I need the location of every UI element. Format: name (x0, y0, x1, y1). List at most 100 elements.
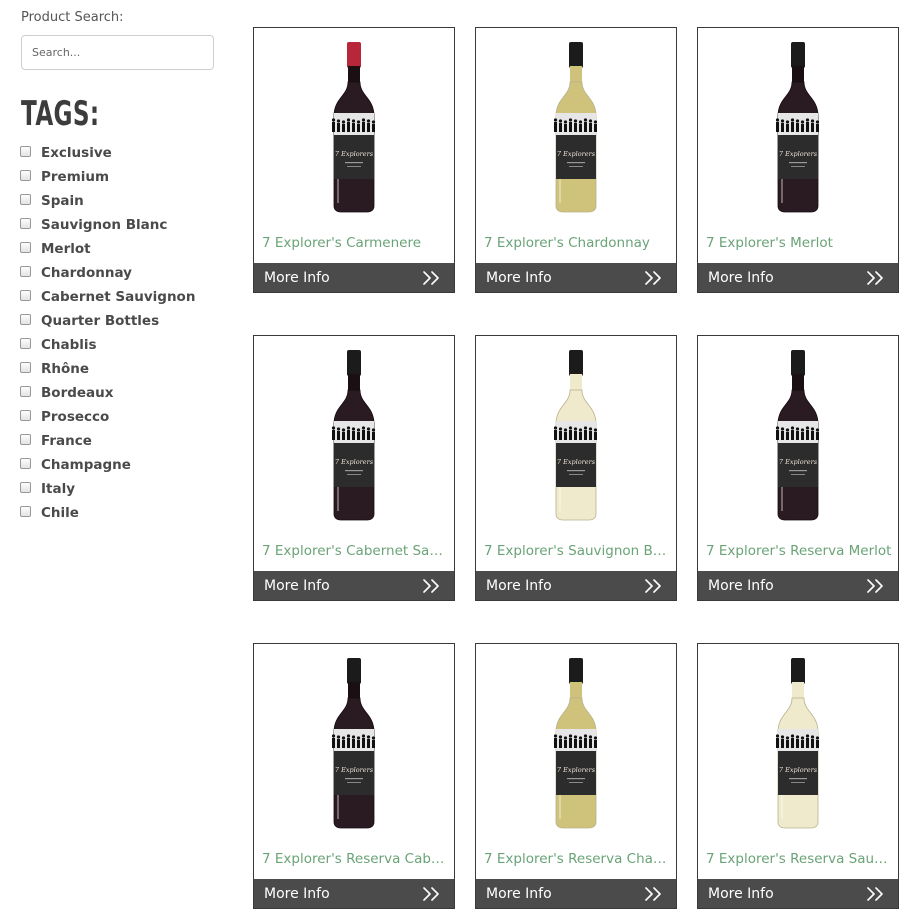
product-title[interactable]: 7 Explorer's Reserva Sauvignon Blanc (706, 851, 892, 867)
double-chevron-right-icon (867, 578, 883, 593)
tag-item[interactable]: Merlot (18, 237, 195, 261)
tag-checkbox[interactable] (20, 385, 31, 397)
product-card[interactable]: 7 Explorers 7 Explorer's Sauvignon Blanc… (475, 335, 677, 601)
tag-item[interactable]: Exclusive (18, 141, 195, 165)
product-card[interactable]: 7 Explorers 7 Explorer's Reserva Sauvign… (697, 643, 899, 909)
tag-checkbox[interactable] (20, 193, 31, 205)
more-info-button[interactable]: More Info (698, 879, 898, 908)
tag-item[interactable]: Quarter Bottles (18, 309, 195, 333)
product-image[interactable]: 7 Explorers (698, 336, 898, 536)
tag-checkbox[interactable] (20, 313, 31, 325)
wine-bottle-icon: 7 Explorers (331, 42, 376, 213)
more-info-label: More Info (486, 269, 552, 286)
more-info-button[interactable]: More Info (698, 263, 898, 292)
tag-item[interactable]: Italy (18, 477, 195, 501)
product-title[interactable]: 7 Explorer's Cabernet Sauvignon (262, 543, 448, 559)
tag-item[interactable]: Champagne (18, 453, 195, 477)
more-info-button[interactable]: More Info (254, 263, 454, 292)
tag-checkbox[interactable] (20, 265, 31, 277)
product-image[interactable]: 7 Explorers (698, 644, 898, 844)
tag-checkbox[interactable] (20, 457, 31, 469)
more-info-label: More Info (264, 885, 330, 902)
product-image[interactable]: 7 Explorers (254, 28, 454, 228)
tag-checkbox[interactable] (20, 289, 31, 301)
product-image[interactable]: 7 Explorers (476, 28, 676, 228)
more-info-label: More Info (264, 269, 330, 286)
product-card[interactable]: 7 Explorers 7 Explorer's Reserva Caberne… (253, 643, 455, 909)
more-info-button[interactable]: More Info (476, 571, 676, 600)
product-title[interactable]: 7 Explorer's Sauvignon Blanc (484, 543, 670, 559)
product-title[interactable]: 7 Explorer's Carmenere (262, 235, 448, 251)
product-image[interactable]: 7 Explorers (698, 28, 898, 228)
tag-label: Bordeaux (41, 385, 114, 401)
svg-text:7 Explorers: 7 Explorers (557, 150, 596, 158)
double-chevron-right-icon (645, 578, 661, 593)
tag-item[interactable]: Chile (18, 501, 195, 525)
tag-item[interactable]: Cabernet Sauvignon (18, 285, 195, 309)
tag-label: Chablis (41, 337, 97, 353)
product-card[interactable]: 7 Explorers 7 Explorer's Merlot More Info (697, 27, 899, 293)
product-card[interactable]: 7 Explorers 7 Explorer's Carmenere More I… (253, 27, 455, 293)
double-chevron-right-icon (423, 886, 439, 901)
product-title[interactable]: 7 Explorer's Reserva Chardonnay (484, 851, 670, 867)
wine-bottle-icon: 7 Explorers (331, 350, 376, 521)
tag-item[interactable]: Bordeaux (18, 381, 195, 405)
more-info-label: More Info (486, 577, 552, 594)
tag-item[interactable]: Prosecco (18, 405, 195, 429)
tag-label: Italy (41, 481, 76, 497)
more-info-label: More Info (708, 577, 774, 594)
product-card[interactable]: 7 Explorers 7 Explorer's Reserva Chardon… (475, 643, 677, 909)
product-card[interactable]: 7 Explorers 7 Explorer's Cabernet Sauvig… (253, 335, 455, 601)
wine-bottle-icon: 7 Explorers (775, 658, 820, 829)
tag-item[interactable]: Chablis (18, 333, 195, 357)
tag-checkbox[interactable] (20, 217, 31, 229)
tag-item[interactable]: Spain (18, 189, 195, 213)
product-image[interactable]: 7 Explorers (476, 644, 676, 844)
more-info-button[interactable]: More Info (476, 879, 676, 908)
tag-checkbox[interactable] (20, 145, 31, 157)
wine-bottle-icon: 7 Explorers (775, 350, 820, 521)
product-title[interactable]: 7 Explorer's Reserva Merlot (706, 543, 892, 559)
tag-label: Chile (41, 505, 79, 521)
product-search-label: Product Search: (21, 10, 124, 25)
product-image[interactable]: 7 Explorers (254, 336, 454, 536)
tag-item[interactable]: Chardonnay (18, 261, 195, 285)
product-image[interactable]: 7 Explorers (476, 336, 676, 536)
tag-checkbox[interactable] (20, 505, 31, 517)
tag-label: Prosecco (41, 409, 110, 425)
tag-item[interactable]: Sauvignon Blanc (18, 213, 195, 237)
tag-checkbox[interactable] (20, 481, 31, 493)
tag-label: Champagne (41, 457, 131, 473)
svg-text:7 Explorers: 7 Explorers (779, 766, 818, 774)
product-title[interactable]: 7 Explorer's Merlot (706, 235, 892, 251)
wine-bottle-icon: 7 Explorers (553, 350, 598, 521)
tag-label: Quarter Bottles (41, 313, 160, 329)
product-card[interactable]: 7 Explorers 7 Explorer's Chardonnay More … (475, 27, 677, 293)
more-info-button[interactable]: More Info (254, 571, 454, 600)
more-info-label: More Info (708, 885, 774, 902)
product-title[interactable]: 7 Explorer's Chardonnay (484, 235, 670, 251)
double-chevron-right-icon (423, 578, 439, 593)
tag-checkbox[interactable] (20, 241, 31, 253)
wine-bottle-icon: 7 Explorers (331, 658, 376, 829)
svg-text:7 Explorers: 7 Explorers (557, 458, 596, 466)
tag-checkbox[interactable] (20, 361, 31, 373)
tag-item[interactable]: Premium (18, 165, 195, 189)
tag-checkbox[interactable] (20, 169, 31, 181)
tag-item[interactable]: France (18, 429, 195, 453)
more-info-button[interactable]: More Info (698, 571, 898, 600)
more-info-label: More Info (708, 269, 774, 286)
search-input[interactable] (21, 35, 214, 70)
more-info-button[interactable]: More Info (476, 263, 676, 292)
tag-checkbox[interactable] (20, 337, 31, 349)
wine-bottle-icon: 7 Explorers (553, 42, 598, 213)
tag-checkbox[interactable] (20, 409, 31, 421)
product-title[interactable]: 7 Explorer's Reserva Cabernet Sauvignon (262, 851, 448, 867)
tag-item[interactable]: Rhône (18, 357, 195, 381)
product-image[interactable]: 7 Explorers (254, 644, 454, 844)
tag-checkbox[interactable] (20, 433, 31, 445)
tag-label: Exclusive (41, 145, 112, 161)
tag-label: Premium (41, 169, 110, 185)
product-card[interactable]: 7 Explorers 7 Explorer's Reserva Merlot M… (697, 335, 899, 601)
more-info-button[interactable]: More Info (254, 879, 454, 908)
